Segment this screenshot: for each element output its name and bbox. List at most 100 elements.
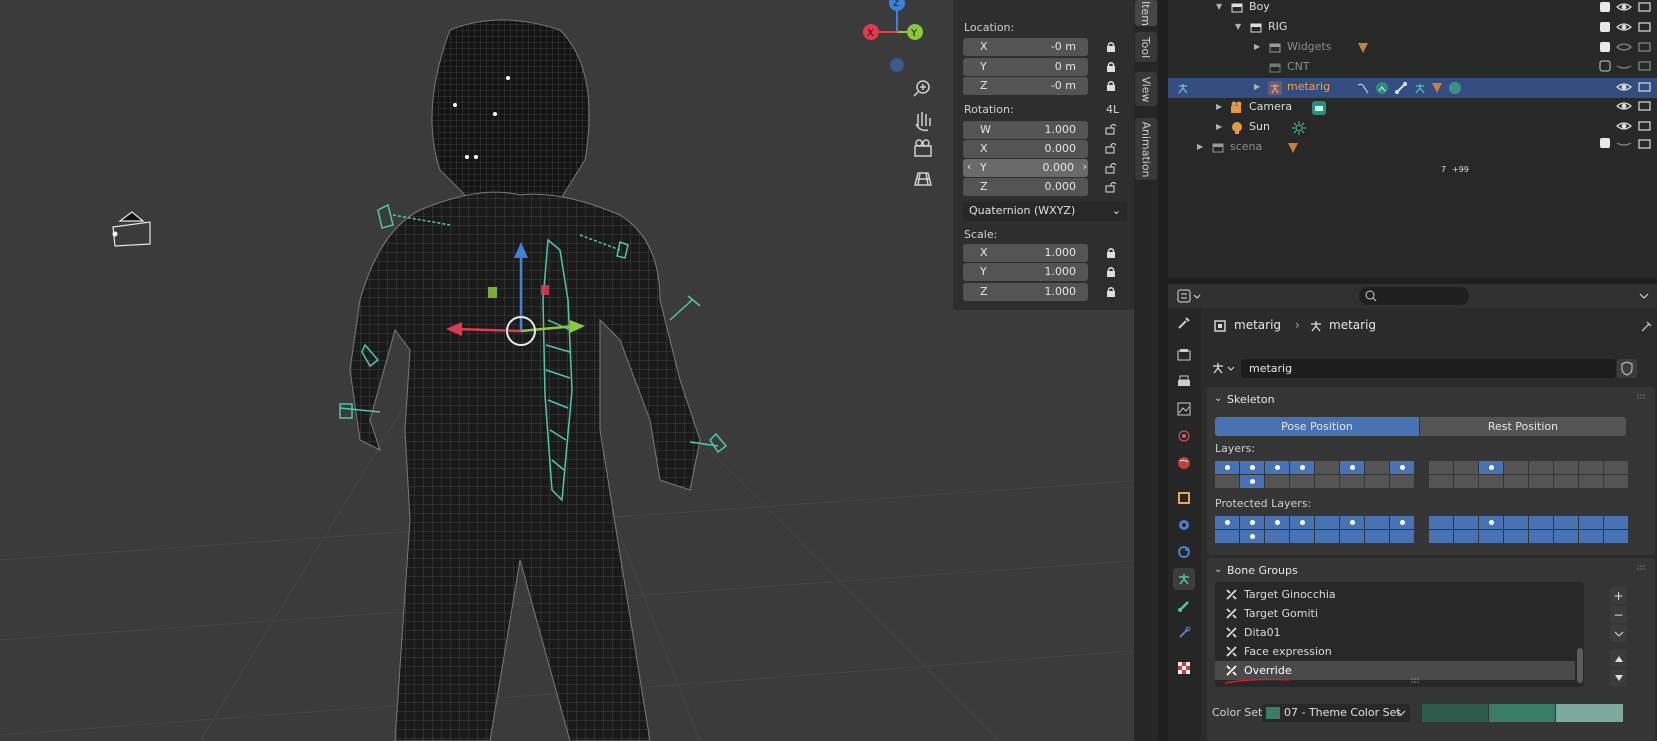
layer-toggle[interactable] <box>1390 530 1414 543</box>
select-color-swatch[interactable] <box>1489 704 1555 722</box>
layer-toggle[interactable] <box>1454 475 1478 488</box>
chevron-down-icon[interactable]: ⌄ <box>1214 564 1222 575</box>
list-item[interactable]: Target Ginocchia <box>1215 585 1575 604</box>
fake-user-shield-icon[interactable] <box>1617 359 1637 378</box>
layer-toggle[interactable] <box>1504 461 1528 474</box>
layer-toggle[interactable] <box>1365 530 1389 543</box>
layer-toggle[interactable] <box>1390 461 1414 474</box>
layer-toggle[interactable] <box>1454 461 1478 474</box>
list-item[interactable]: Face expression <box>1215 642 1575 661</box>
bone-groups-panel-title[interactable]: Bone Groups <box>1227 564 1298 577</box>
lock-icon[interactable] <box>1105 247 1117 259</box>
scale-x-field[interactable]: X 1.000 <box>963 244 1088 262</box>
layer-toggle[interactable] <box>1454 530 1478 543</box>
layer-toggle[interactable] <box>1315 461 1339 474</box>
specials-menu-button[interactable] <box>1610 625 1627 642</box>
layer-toggle[interactable] <box>1554 530 1578 543</box>
drag-grip-icon[interactable] <box>1637 394 1647 400</box>
layer-toggle[interactable] <box>1265 461 1289 474</box>
area-separator[interactable] <box>1158 0 1168 741</box>
tab-tool[interactable]: Tool <box>1135 32 1157 62</box>
tab-world[interactable] <box>1173 452 1195 474</box>
layer-toggle[interactable] <box>1479 530 1503 543</box>
tab-modifiers[interactable] <box>1173 514 1195 536</box>
layer-toggle[interactable] <box>1579 475 1603 488</box>
layer-toggle[interactable] <box>1290 530 1314 543</box>
tab-bone[interactable] <box>1173 595 1195 617</box>
layer-toggle[interactable] <box>1479 475 1503 488</box>
decrement-arrow-icon[interactable]: ‹ <box>967 160 971 173</box>
active-color-swatch[interactable] <box>1556 704 1623 722</box>
rest-position-button[interactable]: Rest Position <box>1420 417 1626 436</box>
layer-toggle[interactable] <box>1604 530 1628 543</box>
tab-bone-constraints[interactable] <box>1173 622 1195 644</box>
chevron-down-icon[interactable] <box>1638 290 1650 302</box>
tab-view[interactable]: View <box>1135 72 1157 106</box>
layer-toggle[interactable] <box>1504 530 1528 543</box>
layer-toggle[interactable] <box>1215 530 1239 543</box>
layer-toggle[interactable] <box>1579 461 1603 474</box>
rotation-y-field[interactable]: ‹ Y 0.000 › <box>963 159 1088 177</box>
unlock-icon[interactable] <box>1105 162 1117 174</box>
layer-toggle[interactable] <box>1215 516 1239 529</box>
unlock-icon[interactable] <box>1105 123 1117 135</box>
lock-icon[interactable] <box>1105 80 1117 92</box>
layer-toggle[interactable] <box>1340 461 1364 474</box>
drag-grip-icon[interactable] <box>1637 565 1647 571</box>
tab-view-layer[interactable] <box>1173 398 1195 420</box>
tab-tool[interactable] <box>1173 312 1195 334</box>
bone-groups-list[interactable]: Target Ginocchia Target Gomiti Dita01 Fa… <box>1215 582 1584 687</box>
move-down-button[interactable] <box>1610 669 1627 686</box>
lock-icon[interactable] <box>1105 41 1117 53</box>
layer-toggle[interactable] <box>1390 475 1414 488</box>
layer-toggle[interactable] <box>1529 530 1553 543</box>
rotation-mode-dropdown[interactable]: Quaternion (WXYZ) ⌄ <box>963 202 1127 221</box>
pin-icon[interactable] <box>1640 319 1654 333</box>
rotation-w-field[interactable]: W 1.000 <box>963 121 1088 139</box>
layer-toggle[interactable] <box>1315 530 1339 543</box>
layer-toggle[interactable] <box>1604 516 1628 529</box>
layer-toggle[interactable] <box>1429 475 1453 488</box>
remove-bone-group-button[interactable]: − <box>1610 606 1627 623</box>
tab-physics[interactable] <box>1173 541 1195 563</box>
location-x-field[interactable]: X -0 m <box>963 38 1088 56</box>
scrollbar[interactable] <box>1577 648 1583 683</box>
layer-toggle[interactable] <box>1290 475 1314 488</box>
unlock-icon[interactable] <box>1105 181 1117 193</box>
rotation-z-field[interactable]: Z 0.000 <box>963 178 1088 196</box>
layer-toggle[interactable] <box>1365 461 1389 474</box>
layer-toggle[interactable] <box>1365 475 1389 488</box>
add-bone-group-button[interactable]: + <box>1610 587 1627 604</box>
tab-item[interactable]: Item <box>1135 0 1157 26</box>
layer-toggle[interactable] <box>1340 475 1364 488</box>
location-z-field[interactable]: Z -0 m <box>963 77 1088 95</box>
layer-toggle[interactable] <box>1429 461 1453 474</box>
layer-toggle[interactable] <box>1429 516 1453 529</box>
layer-toggle[interactable] <box>1479 461 1503 474</box>
lock-icon[interactable] <box>1105 61 1117 73</box>
layer-toggle[interactable] <box>1240 516 1264 529</box>
layer-toggle[interactable] <box>1215 461 1239 474</box>
skeleton-panel-title[interactable]: Skeleton <box>1227 393 1275 406</box>
color-set-dropdown[interactable]: 07 - Theme Color Set <box>1262 704 1410 722</box>
layer-toggle[interactable] <box>1365 516 1389 529</box>
layer-toggle[interactable] <box>1429 530 1453 543</box>
layer-toggle[interactable] <box>1579 516 1603 529</box>
layer-toggle[interactable] <box>1265 516 1289 529</box>
tab-output[interactable] <box>1173 371 1195 393</box>
properties-search-input[interactable] <box>1359 287 1469 305</box>
layer-toggle[interactable] <box>1340 530 1364 543</box>
tab-animation[interactable]: Animation <box>1135 118 1157 180</box>
layer-toggle[interactable] <box>1479 516 1503 529</box>
layer-toggle[interactable] <box>1529 516 1553 529</box>
unlock-icon[interactable] <box>1105 142 1117 154</box>
chevron-down-icon[interactable]: ⌄ <box>1214 393 1222 404</box>
normal-color-swatch[interactable] <box>1422 704 1488 722</box>
layer-toggle[interactable] <box>1340 516 1364 529</box>
lock-icon[interactable] <box>1105 286 1117 298</box>
rotation-mode-tag[interactable]: 4L <box>1106 103 1119 116</box>
layer-toggle[interactable] <box>1554 475 1578 488</box>
layer-toggle[interactable] <box>1290 516 1314 529</box>
layer-toggle[interactable] <box>1265 475 1289 488</box>
armature-browse-icon[interactable] <box>1211 360 1239 376</box>
